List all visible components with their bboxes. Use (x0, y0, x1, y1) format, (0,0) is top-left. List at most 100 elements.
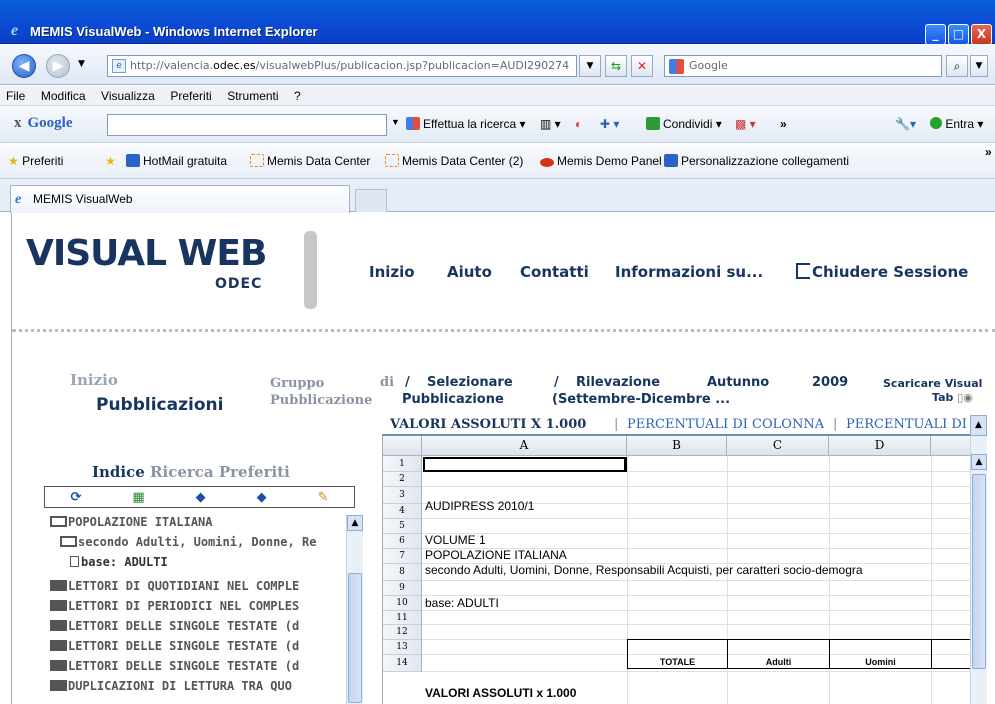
new-tab-button[interactable] (355, 189, 387, 212)
address-dropdown-button[interactable]: ▼ (579, 55, 601, 77)
row-header[interactable]: 9 (383, 581, 422, 596)
tab-percentuali-di[interactable]: PERCENTUALI DI (846, 417, 967, 432)
tab-valori-assoluti[interactable]: VALORI ASSOLUTI X 1.000 (390, 417, 586, 432)
sheet-scrollbar[interactable]: ▲ (970, 436, 987, 704)
header-cell-totale[interactable]: TOTALE (627, 639, 728, 669)
row-header[interactable]: 13 (383, 640, 422, 655)
add-favorite-icon[interactable]: ★ (105, 154, 116, 168)
search-button[interactable]: ⌕ (946, 55, 968, 77)
select-publication-link[interactable]: Selezionare (427, 375, 513, 390)
menu-help[interactable]: ? (288, 86, 307, 103)
nav-informazioni[interactable]: Informazioni su... (615, 263, 763, 281)
header-cell-next[interactable] (931, 639, 970, 669)
menu-preferiti[interactable]: Preferiti (164, 86, 217, 103)
selected-cell[interactable] (423, 457, 627, 472)
tab-memis-visualweb[interactable]: e MEMIS VisualWeb (10, 185, 350, 213)
row-header[interactable]: 6 (383, 534, 422, 549)
select-publication-link-2[interactable]: Pubblicazione (402, 392, 504, 407)
google-dropdown-icon[interactable]: ▼ (391, 117, 400, 127)
row-header[interactable]: 1 (383, 456, 422, 472)
google-search-button[interactable]: Effettua la ricerca ▾ (406, 117, 526, 131)
menu-file[interactable]: File (0, 86, 31, 103)
row-header[interactable]: 4 (383, 504, 422, 519)
scrollbar-thumb[interactable] (972, 474, 986, 669)
column-header-b[interactable]: B (627, 436, 727, 456)
row-header[interactable]: 3 (383, 487, 422, 504)
header-cell-uomini[interactable]: Uomini (829, 639, 932, 669)
fav-memis-demo-panel[interactable]: Memis Demo Panel (540, 154, 662, 168)
wrench-icon[interactable]: 🔧▾ (895, 117, 916, 131)
web-search-input[interactable]: Google (664, 55, 942, 77)
google-more-button[interactable]: » (780, 117, 787, 131)
address-input[interactable]: e http://valencia.odec.es/visualwebPlus/… (107, 55, 577, 77)
back-button[interactable]: ◀ (12, 54, 36, 78)
nav-contatti[interactable]: Contatti (520, 263, 589, 281)
google-plus-icon[interactable]: ✚ ▾ (600, 117, 619, 131)
previous-icon[interactable]: ◆ (196, 490, 206, 505)
tree-scrollbar[interactable]: ▲ (346, 515, 363, 704)
cell-a14[interactable]: VALORI ASSOLUTI x 1.000 (425, 686, 576, 700)
nav-chiudere-sessione[interactable]: Chiudere Sessione (796, 263, 968, 281)
pagerank-icon[interactable]: ◐ (575, 117, 582, 131)
tree-item[interactable]: base: ADULTI (50, 555, 372, 575)
column-header-a[interactable]: A (422, 436, 627, 456)
column-header-d[interactable]: D (829, 436, 931, 456)
excel-icon[interactable]: ▦ (132, 490, 144, 505)
google-toolbar-input[interactable] (107, 114, 387, 136)
menu-visualizza[interactable]: Visualizza (95, 86, 161, 103)
stop-button[interactable]: ✕ (631, 55, 653, 77)
row-header[interactable]: 7 (383, 549, 422, 564)
scroll-up-icon[interactable]: ▲ (347, 515, 363, 531)
tree-item[interactable]: POPOLAZIONE ITALIANA (50, 515, 372, 535)
spellcheck-icon[interactable]: ▩ ▾ (735, 117, 756, 131)
tree-item[interactable]: LETTORI DELLE SINGOLE TESTATE (d (50, 619, 372, 639)
header-cell-adulti[interactable]: Adulti (727, 639, 830, 669)
row-header[interactable]: 5 (383, 519, 422, 534)
favorites-button[interactable]: ★ Preferiti (8, 154, 63, 168)
tab-percentuali-colonna[interactable]: PERCENTUALI DI COLONNA (627, 417, 824, 432)
edit-icon[interactable]: ✎ (318, 490, 329, 505)
signin-button[interactable]: Entra ▾ (930, 117, 983, 131)
cell-a5[interactable]: VOLUME 1 (425, 533, 486, 547)
row-header[interactable]: 14 (383, 655, 422, 672)
nav-inizio[interactable]: Inizio (369, 263, 415, 281)
tree-item[interactable]: DUPLICAZIONI DI LETTURA TRA QUO (50, 679, 372, 699)
menu-strumenti[interactable]: Strumenti (221, 86, 284, 103)
cell-a9[interactable]: base: ADULTI (425, 596, 499, 610)
close-window-button[interactable]: X (971, 24, 992, 45)
tree-item[interactable]: LETTORI DI QUOTIDIANI NEL COMPLE (50, 579, 372, 599)
share-button[interactable]: Condividi ▾ (646, 117, 722, 131)
row-header[interactable]: 2 (383, 472, 422, 487)
tab-ricerca[interactable]: Ricerca (150, 463, 214, 481)
menu-modifica[interactable]: Modifica (35, 86, 92, 103)
row-header[interactable]: 10 (383, 596, 422, 611)
google-toolbar-close[interactable]: x (14, 115, 22, 131)
fav-memis-data-center[interactable]: Memis Data Center (250, 154, 370, 168)
scrollbar-thumb[interactable] (348, 573, 362, 703)
search-options-button[interactable]: ▼ (970, 55, 988, 77)
row-header[interactable]: 12 (383, 625, 422, 640)
cell-a7[interactable]: secondo Adulti, Uomini, Donne, Responsab… (425, 563, 863, 577)
cell-a3[interactable]: AUDIPRESS 2010/1 (425, 499, 534, 513)
fav-memis-data-center-2[interactable]: Memis Data Center (2) (385, 154, 523, 168)
breadcrumb-home[interactable]: Inizio (70, 371, 118, 389)
column-header-c[interactable]: C (727, 436, 829, 456)
fav-hotmail[interactable]: HotMail gratuita (126, 154, 227, 168)
forward-button[interactable]: ▶ (46, 54, 70, 78)
minimize-button[interactable]: _ (925, 24, 946, 45)
nav-aiuto[interactable]: Aiuto (447, 263, 492, 281)
tab-indice[interactable]: Indice (92, 463, 145, 481)
next-icon[interactable]: ◆ (257, 490, 267, 505)
scroll-up-icon[interactable]: ▲ (971, 454, 987, 470)
column-header-e[interactable] (931, 436, 970, 456)
favorites-more-button[interactable]: » (985, 145, 992, 159)
cell-a6[interactable]: POPOLAZIONE ITALIANA (425, 548, 567, 562)
row-header[interactable]: 8 (383, 564, 422, 581)
refresh-icon[interactable]: ⟳ (70, 490, 81, 505)
tree-item[interactable]: LETTORI DELLE SINGOLE TESTATE (d (50, 639, 372, 659)
tab-preferiti[interactable]: Preferiti (219, 463, 290, 481)
download-visual-tab-link[interactable]: Scaricare Visual (883, 377, 982, 390)
download-visual-tab-link-2[interactable]: Tab ▯◉ (932, 391, 973, 404)
tree-item[interactable]: secondo Adulti, Uomini, Donne, Re (50, 535, 372, 555)
refresh-button[interactable]: ⇆ (605, 55, 627, 77)
